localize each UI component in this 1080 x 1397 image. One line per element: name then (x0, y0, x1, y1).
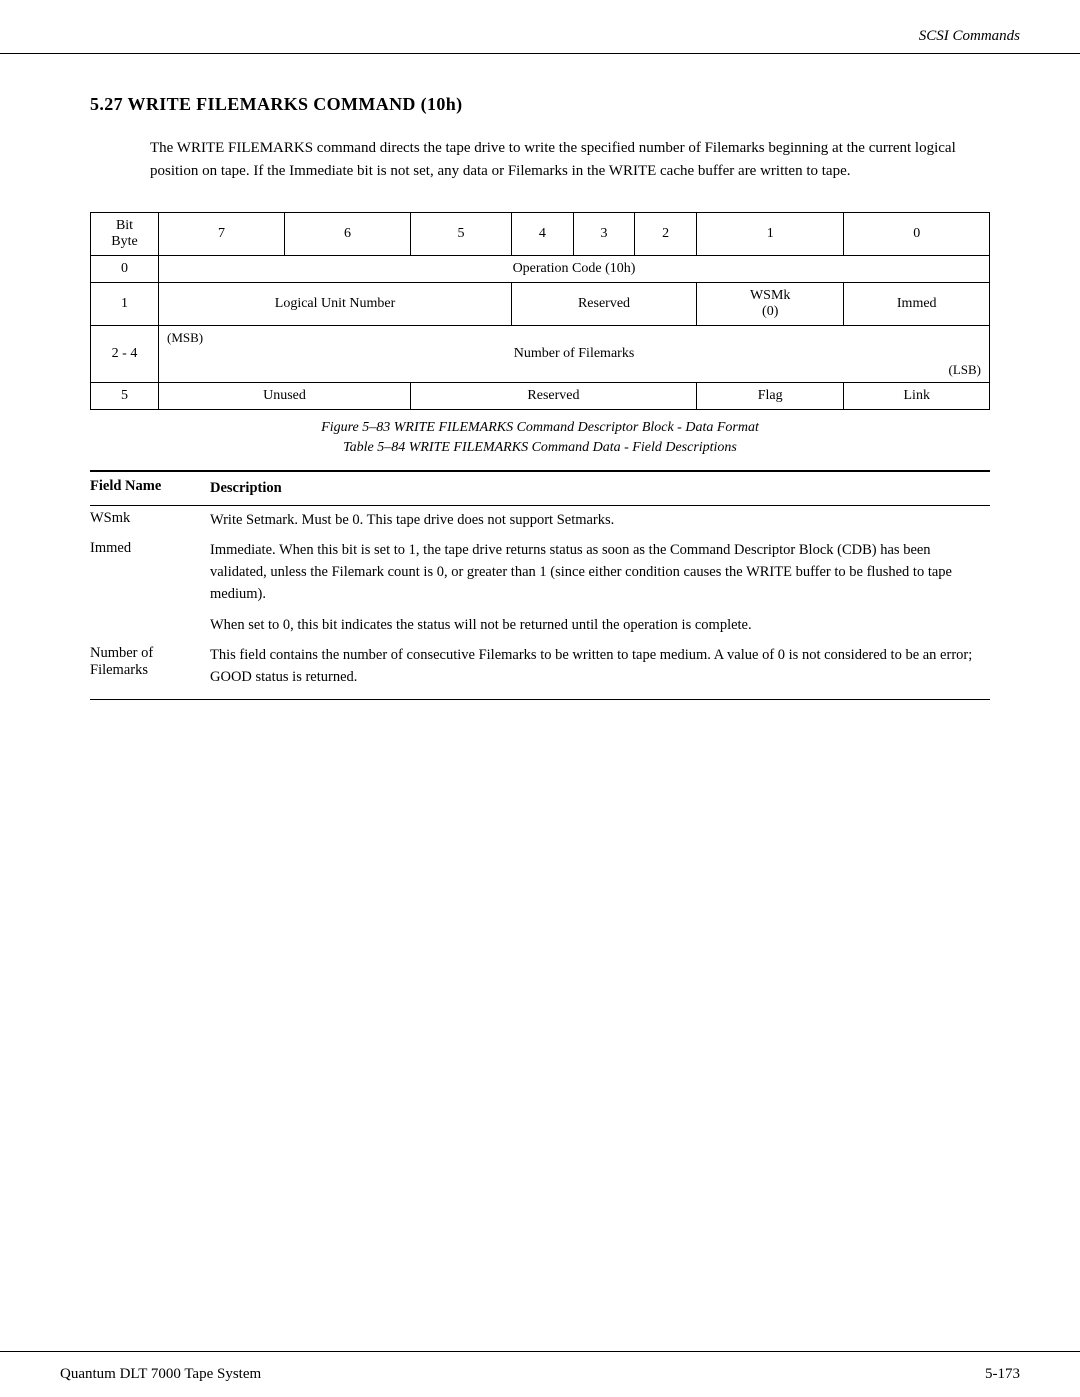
figure-caption: Figure 5–83 WRITE FILEMARKS Command Desc… (90, 420, 990, 436)
unused-cell: Unused (159, 382, 411, 409)
byte-2-4: 2 - 4 (91, 325, 159, 382)
page-header: SCSI Commands (0, 0, 1080, 54)
section-title: WRITE FILEMARKS COMMAND (10h) (128, 94, 463, 114)
link-cell: Link (844, 382, 990, 409)
footer-right: 5-173 (985, 1366, 1020, 1383)
bit-4-header: 4 (512, 212, 574, 255)
filemarks-cell: (MSB) Number of Filemarks (LSB) (159, 325, 990, 382)
table-row-1: 1 Logical Unit Number Reserved WSMk(0) I… (91, 282, 990, 325)
bit-0-header: 0 (844, 212, 990, 255)
immed-field-name: Immed (90, 536, 210, 641)
lun-cell: Logical Unit Number (159, 282, 512, 325)
command-table: Bit Byte 7 6 5 4 3 2 1 0 0 Operation Cod… (90, 212, 990, 410)
bit-byte-header: Bit Byte (91, 212, 159, 255)
byte-5: 5 (91, 382, 159, 409)
wsmk-row: WSmk Write Setmark. Must be 0. This tape… (90, 506, 990, 536)
num-filemarks-field-name: Number ofFilemarks (90, 641, 210, 699)
page-footer: Quantum DLT 7000 Tape System 5-173 (0, 1351, 1080, 1397)
section-heading: 5.27 WRITE FILEMARKS COMMAND (10h) (90, 94, 990, 115)
msb-label: (MSB) (167, 330, 981, 346)
wsmk-field-name: WSmk (90, 506, 210, 536)
bit-5-header: 5 (410, 212, 511, 255)
num-filemarks-description: This field contains the number of consec… (210, 641, 990, 699)
table-caption: Table 5–84 WRITE FILEMARKS Command Data … (90, 440, 990, 456)
intro-paragraph: The WRITE FILEMARKS command directs the … (150, 137, 990, 184)
field-table-header-row: Field Name Description (90, 471, 990, 506)
wsmk-description: Write Setmark. Must be 0. This tape driv… (210, 506, 990, 536)
footer-left: Quantum DLT 7000 Tape System (60, 1366, 261, 1383)
table-row-5: 5 Unused Reserved Flag Link (91, 382, 990, 409)
table-row-0: 0 Operation Code (10h) (91, 255, 990, 282)
lsb-label: (LSB) (167, 362, 981, 378)
num-filemarks-label: Number of Filemarks (167, 346, 981, 362)
reserved-cell-1: Reserved (512, 282, 697, 325)
immed-description: Immediate. When this bit is set to 1, th… (210, 536, 990, 641)
table-row-2-4: 2 - 4 (MSB) Number of Filemarks (LSB) (91, 325, 990, 382)
field-name-header: Field Name (90, 471, 210, 506)
bit-6-header: 6 (284, 212, 410, 255)
flag-cell: Flag (696, 382, 844, 409)
num-filemarks-row: Number ofFilemarks This field contains t… (90, 641, 990, 699)
description-header: Description (210, 471, 990, 506)
reserved-cell-5: Reserved (410, 382, 696, 409)
wsmk-cell: WSMk(0) (696, 282, 844, 325)
field-descriptions-table: Field Name Description WSmk Write Setmar… (90, 470, 990, 700)
bit-7-header: 7 (159, 212, 285, 255)
bit-3-header: 3 (573, 212, 635, 255)
section-number: 5.27 (90, 94, 123, 114)
byte-1: 1 (91, 282, 159, 325)
immed-row: Immed Immediate. When this bit is set to… (90, 536, 990, 641)
immed-cell: Immed (844, 282, 990, 325)
byte-0: 0 (91, 255, 159, 282)
bit-1-header: 1 (696, 212, 844, 255)
header-title: SCSI Commands (919, 28, 1020, 45)
bit-2-header: 2 (635, 212, 697, 255)
main-content: 5.27 WRITE FILEMARKS COMMAND (10h) The W… (0, 54, 1080, 760)
opcode-cell: Operation Code (10h) (159, 255, 990, 282)
